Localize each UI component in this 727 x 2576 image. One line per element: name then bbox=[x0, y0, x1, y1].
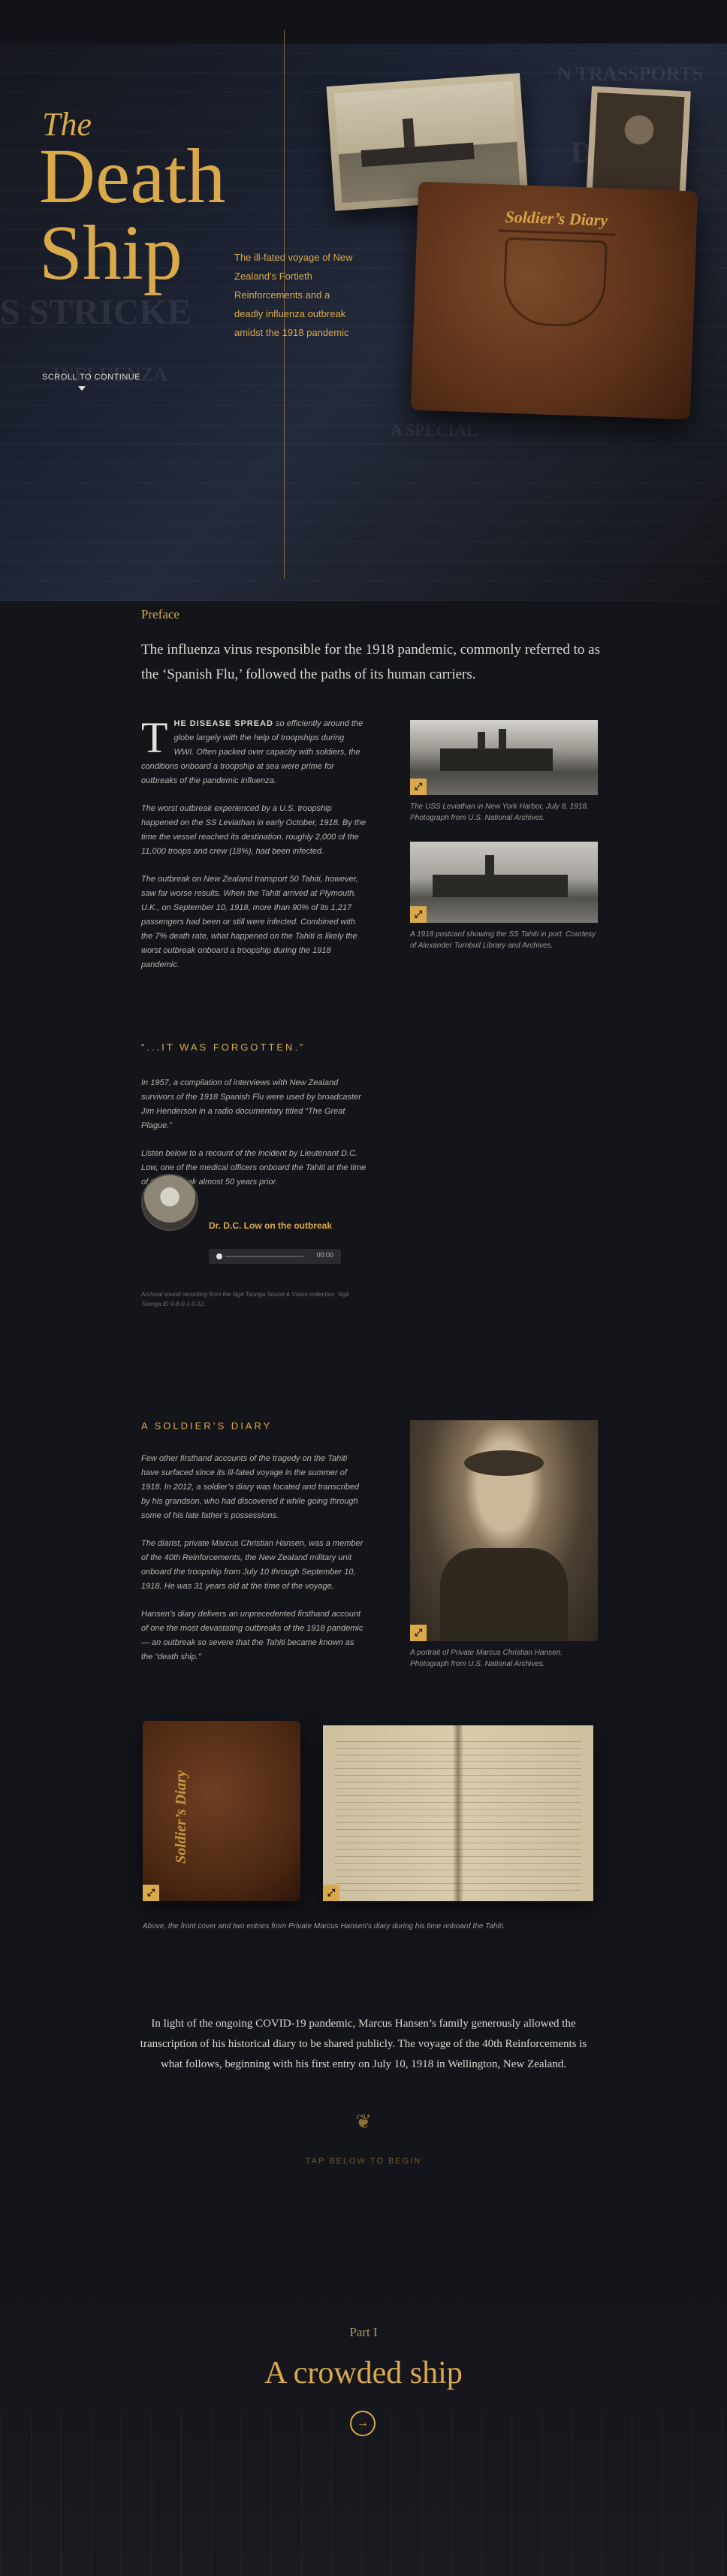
audio-credit: Archival sound recording from the Ngā Ta… bbox=[141, 1291, 349, 1308]
preface-smallcaps: HE DISEASE SPREAD bbox=[173, 719, 273, 728]
soldier-diary-paragraph-3: Hansen’s diary delivers an unprecedented… bbox=[141, 1610, 364, 1661]
expand-icon[interactable]: ⤢ bbox=[410, 906, 427, 923]
expand-icon[interactable]: ⤢ bbox=[143, 1885, 159, 1901]
arrow-right-icon[interactable]: → bbox=[350, 2411, 376, 2436]
ornament-icon: ❦ bbox=[355, 2110, 372, 2133]
hero-subtitle: The ill-fated voyage of New Zealand’s Fo… bbox=[234, 252, 353, 338]
soldier-diary-paragraph-2: The diarist, private Marcus Christian Ha… bbox=[141, 1539, 364, 1591]
preface-paragraph-1-text: so efficiently around the globe largely … bbox=[141, 719, 364, 785]
audio-progress-track[interactable] bbox=[225, 1256, 303, 1257]
play-icon[interactable] bbox=[216, 1253, 222, 1259]
hero-diary-cover: Soldier’s Diary bbox=[410, 181, 698, 420]
diary-cover-label: Soldier’s Diary bbox=[505, 207, 608, 230]
figure-hansen-portrait: ⤢ A portrait of Private Marcus Christian… bbox=[410, 1420, 598, 1670]
expand-icon[interactable]: ⤢ bbox=[410, 1625, 427, 1641]
hansen-portrait-photo[interactable]: ⤢ bbox=[410, 1420, 598, 1641]
diary-pages-photo[interactable]: ⤢ bbox=[323, 1725, 593, 1901]
hero-title: Death Ship bbox=[39, 138, 225, 292]
audio-title: Dr. D.C. Low on the outbreak bbox=[209, 1220, 333, 1231]
part-label: Part I bbox=[349, 2325, 378, 2339]
expand-icon[interactable]: ⤢ bbox=[410, 779, 427, 795]
forgotten-paragraph-1: In 1957, a compilation of interviews wit… bbox=[141, 1078, 361, 1130]
preface-body: T HE DISEASE SPREAD so efficiently around… bbox=[141, 713, 367, 972]
audio-time: 00:00 bbox=[316, 1251, 333, 1259]
hero: N TRASSPORTS DEA S STRICKE INFLUENZA A S… bbox=[0, 0, 727, 601]
forgotten-body: In 1957, a compilation of interviews wit… bbox=[141, 1076, 367, 1190]
diary-spine-label: Soldier’s Diary bbox=[173, 1770, 189, 1864]
figure-leviathan: ⤢ The USS Leviathan in New York Harbor, … bbox=[410, 720, 598, 824]
hero-photo-soldier bbox=[586, 86, 691, 204]
tahiti-photo[interactable]: ⤢ bbox=[410, 842, 598, 923]
newsprint-headline-5: A SPECIAL bbox=[391, 421, 478, 440]
tahiti-caption: A 1918 postcard showing the SS Tahiti in… bbox=[410, 930, 596, 950]
preface-paragraph-2: The worst outbreak experienced by a U.S.… bbox=[141, 804, 367, 856]
hero-title-line-1: Death bbox=[39, 133, 226, 219]
covid-intro: In light of the ongoing COVID-19 pandemi… bbox=[140, 2018, 587, 2070]
tap-below-to-begin: TAP BELOW TO BEGIN bbox=[305, 2157, 422, 2166]
hero-title-line-2: Ship bbox=[39, 209, 183, 296]
forgotten-heading: “...IT WAS FORGOTTEN.” bbox=[141, 1042, 306, 1053]
dr-low-avatar bbox=[141, 1174, 198, 1231]
portrait-caption: A portrait of Private Marcus Christian H… bbox=[410, 1649, 563, 1668]
soldier-diary-paragraph-1: Few other firsthand accounts of the trag… bbox=[141, 1454, 360, 1520]
diary-caption: Above, the front cover and two entries f… bbox=[143, 1922, 505, 1930]
top-bar bbox=[0, 0, 727, 44]
chevron-down-icon[interactable] bbox=[78, 386, 86, 391]
newsprint-headline-1: N TRASSPORTS bbox=[557, 63, 704, 85]
leviathan-caption: The USS Leviathan in New York Harbor, Ju… bbox=[410, 803, 589, 822]
part-title: A crowded ship bbox=[264, 2356, 463, 2390]
soldier-diary-body: Few other firsthand accounts of the trag… bbox=[141, 1452, 367, 1664]
soldier-diary-heading: A SOLDIER’S DIARY bbox=[141, 1420, 273, 1432]
newsprint-headline-3: S STRICKE bbox=[0, 292, 192, 332]
leviathan-photo[interactable]: ⤢ bbox=[410, 720, 598, 795]
preface-lead: The influenza virus responsible for the … bbox=[141, 642, 600, 682]
preface-paragraph-3: The outbreak on New Zealand transport 50… bbox=[141, 875, 358, 969]
audio-player[interactable]: 00:00 bbox=[209, 1249, 341, 1264]
expand-icon[interactable]: ⤢ bbox=[323, 1885, 339, 1901]
preface-paragraph-1: T HE DISEASE SPREAD so efficiently around… bbox=[141, 713, 367, 788]
diary-front-cover-photo[interactable]: Soldier’s Diary ⤢ bbox=[143, 1721, 300, 1901]
figure-tahiti: ⤢ A 1918 postcard showing the SS Tahiti … bbox=[410, 842, 598, 951]
scroll-to-continue-link[interactable]: SCROLL TO CONTINUE bbox=[42, 373, 140, 382]
preface-label: Preface bbox=[141, 607, 179, 621]
dropcap: T bbox=[141, 713, 168, 762]
